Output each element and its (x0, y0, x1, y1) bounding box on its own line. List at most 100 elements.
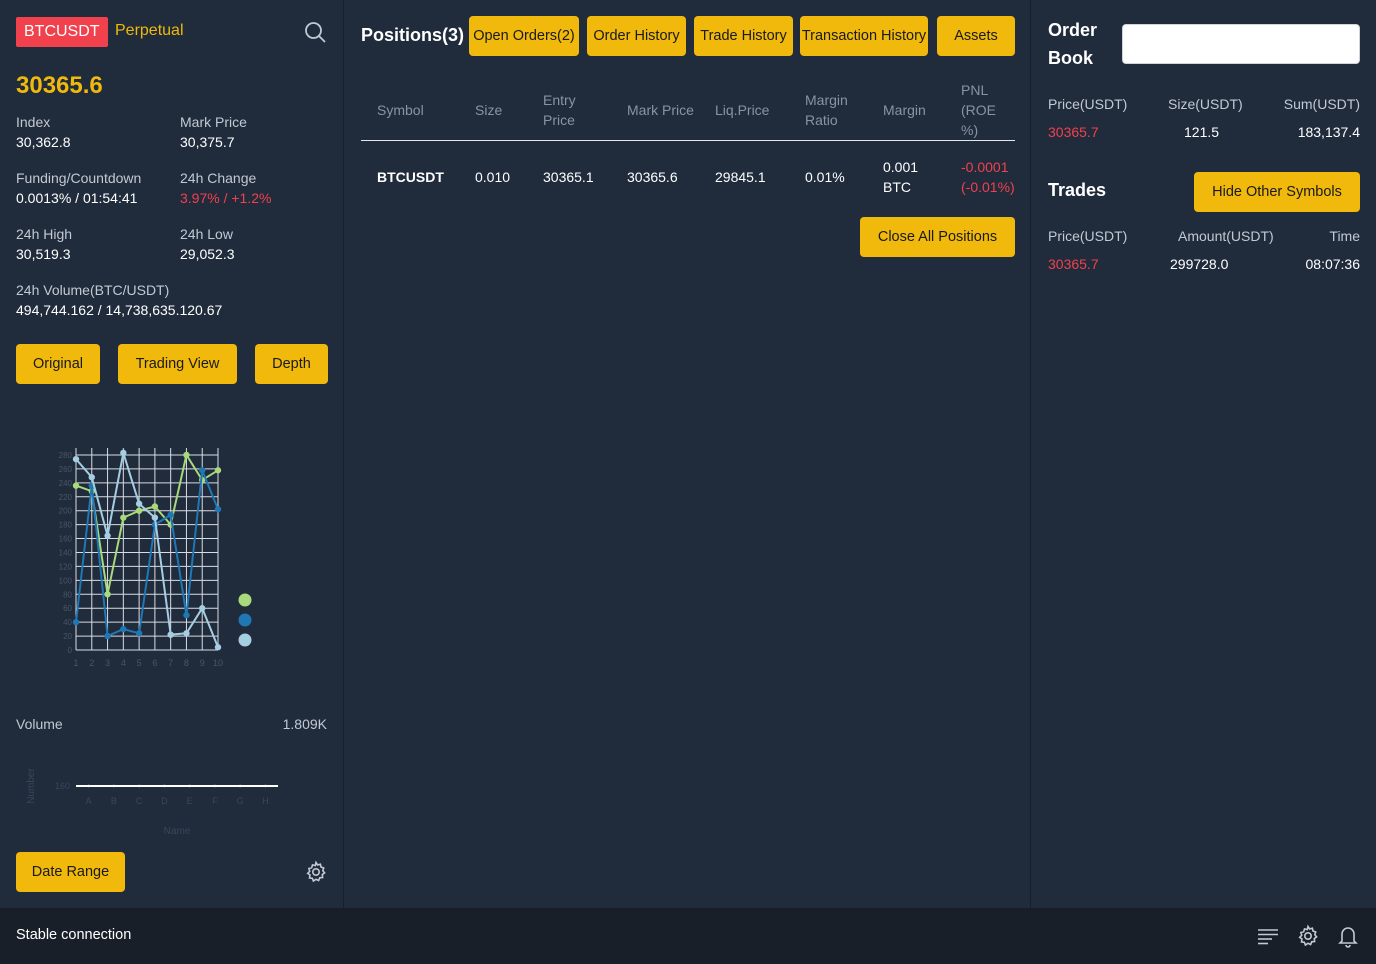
cell-symbol: BTCUSDT (377, 168, 444, 185)
chart-series (72, 449, 222, 651)
x-tick-label: 5 (137, 658, 142, 668)
last-price: 30365.6 (16, 72, 103, 99)
series-line (75, 452, 219, 648)
tab-transaction-history[interactable]: Transaction History (800, 16, 928, 56)
data-point (151, 503, 159, 510)
table-row[interactable]: BTCUSDT 0.010 30365.1 30365.6 29845.1 0.… (361, 141, 1015, 213)
market-info-panel: BTCUSDT Perpetual 30365.6 Index 30,362.8… (0, 0, 344, 908)
positions-title[interactable]: Positions(3) (361, 25, 464, 46)
x-tick-label: D (161, 796, 168, 806)
legend-marker (238, 633, 252, 647)
tab-assets[interactable]: Assets (937, 16, 1015, 56)
x-tick-label: 3 (105, 658, 110, 668)
hide-other-symbols-button[interactable]: Hide Other Symbols (1194, 172, 1360, 212)
y-tick-label: 20 (63, 632, 72, 641)
tab-open-orders[interactable]: Open Orders(2) (469, 16, 579, 56)
order-book-input[interactable] (1122, 24, 1360, 64)
data-point (104, 532, 111, 539)
data-point (72, 455, 80, 463)
stat-value: 0.0013% / 01:54:41 (16, 190, 138, 206)
column-header: Sum(USDT) (1283, 96, 1360, 112)
data-point (135, 500, 143, 507)
trade-time: 08:07:36 (1305, 256, 1361, 272)
tab-order-history[interactable]: Order History (587, 16, 686, 56)
stat-label: 24h Low (180, 226, 233, 242)
data-point (135, 507, 143, 514)
column-header: Price(USDT) (1048, 96, 1128, 112)
order-price: 30365.7 (1048, 124, 1099, 140)
y-tick-label: 80 (63, 590, 72, 599)
stat-label: 24h Change (180, 170, 257, 186)
original-chart-button[interactable]: Original (16, 344, 100, 384)
data-point (167, 511, 174, 519)
column-header: Liq.Price (699, 80, 789, 141)
connection-status: Stable connection (16, 927, 132, 943)
positions-panel: Positions(3) Open Orders(2) Order Histor… (345, 0, 1031, 908)
y-tick-label: 100 (59, 576, 73, 585)
data-point (120, 449, 127, 457)
data-point (72, 618, 80, 626)
column-header: Mark Price (611, 80, 699, 141)
stat-funding: Funding/Countdown 0.0013% / 01:54:41 (16, 168, 141, 208)
tab-trade-history[interactable]: Trade History (694, 16, 793, 56)
data-point (87, 784, 90, 788)
depth-chart-button[interactable]: Depth (255, 344, 328, 384)
data-point (213, 784, 217, 788)
cell-liq-price: 29845.1 (715, 168, 766, 185)
column-header: Size(USDT) (1168, 96, 1243, 112)
stat-label: Funding/Countdown (16, 170, 142, 186)
volume-label: Volume (16, 716, 63, 732)
bell-icon[interactable] (1336, 924, 1360, 948)
stat-value: 29,052.3 (180, 246, 235, 262)
chart-grid (75, 448, 219, 651)
y-tick-label: 220 (59, 493, 73, 502)
x-tick-label: 10 (213, 658, 223, 668)
column-header: Entry Price (527, 80, 611, 141)
order-size: 121.5 (1184, 124, 1220, 140)
data-point (135, 630, 143, 637)
search-icon[interactable] (303, 20, 327, 44)
cell-mark-price: 30365.6 (627, 168, 678, 185)
volume-chart: A B C D E F G H 160 Number Name (26, 768, 278, 837)
symbol-badge[interactable]: BTCUSDT (16, 17, 108, 47)
trading-view-button[interactable]: Trading View (118, 344, 237, 384)
y-tick-label: 240 (59, 479, 73, 488)
y-tick-label: 0 (68, 646, 73, 655)
data-point (112, 784, 116, 788)
y-tick-label: 140 (59, 548, 73, 557)
column-header: Size (459, 80, 527, 141)
data-point (199, 605, 206, 612)
trade-amount: 299728.0 (1170, 256, 1229, 272)
x-tick-label: A (86, 796, 92, 806)
table-header-row: Symbol Size Entry Price Mark Price Liq.P… (361, 80, 1015, 141)
column-header: Symbol (361, 80, 459, 141)
data-point (183, 611, 190, 619)
data-point (151, 514, 159, 521)
data-point (264, 784, 267, 788)
menu-icon[interactable] (1256, 924, 1280, 948)
y-tick-label: 260 (59, 465, 73, 474)
stat-label: Mark Price (180, 114, 247, 130)
cell-entry-price: 30365.1 (543, 168, 594, 185)
stat-24h-high: 24h High 30,519.3 (16, 224, 72, 264)
order-book-title: Order Book (1048, 20, 1098, 68)
column-header: Margin Ratio (789, 80, 867, 141)
stat-label: Index (16, 114, 51, 130)
y-tick-label: 180 (59, 521, 73, 530)
settings-icon[interactable] (1296, 924, 1320, 948)
order-sum: 183,137.4 (1297, 124, 1360, 140)
gear-icon[interactable] (304, 860, 328, 884)
x-tick-label: 1 (73, 658, 78, 668)
data-point (238, 784, 242, 788)
column-header: Price(USDT) (1048, 228, 1128, 244)
x-tick-label: 2 (89, 658, 94, 668)
data-point (137, 784, 141, 788)
close-all-positions-button[interactable]: Close All Positions (860, 217, 1015, 257)
data-point (214, 467, 222, 474)
stat-value: 30,375.7 (180, 134, 235, 150)
date-range-button[interactable]: Date Range (16, 852, 125, 892)
positions-table: Symbol Size Entry Price Mark Price Liq.P… (361, 80, 1015, 213)
legend-marker (238, 613, 252, 627)
y-tick-label: 60 (63, 604, 72, 613)
data-point (214, 506, 222, 513)
